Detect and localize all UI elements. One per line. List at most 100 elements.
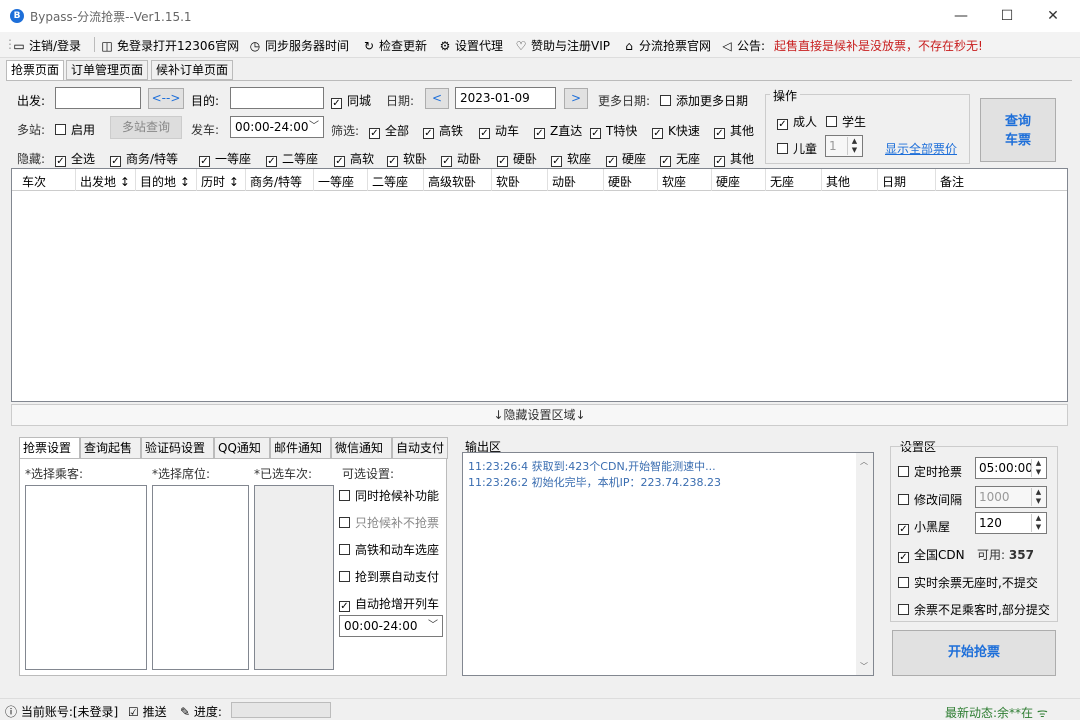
filter-checkbox[interactable]: ✓ T特快: [590, 122, 637, 139]
settings-tab[interactable]: 邮件通知: [270, 437, 331, 459]
column-header[interactable]: 软卧: [496, 173, 520, 190]
hide-checkbox[interactable]: ✓ 硬卧: [497, 150, 537, 167]
show-all-prices-link[interactable]: 显示全部票价: [885, 140, 957, 157]
partial-submit-checkbox[interactable]: 余票不足乘客时,部分提交: [898, 601, 1050, 618]
maximize-button[interactable]: ☐: [984, 0, 1030, 32]
settings-tab[interactable]: 验证码设置: [141, 437, 214, 459]
tab-orders[interactable]: 订单管理页面: [66, 60, 149, 80]
hide-checkbox[interactable]: ✓ 二等座: [266, 150, 318, 167]
query-tickets-button[interactable]: 查询 车票: [980, 98, 1056, 162]
column-header[interactable]: 硬卧: [608, 173, 632, 190]
column-header[interactable]: 备注: [940, 173, 964, 190]
blackroom-checkbox[interactable]: ✓ 小黑屋: [898, 518, 950, 535]
depart-time-select[interactable]: 00:00-24:00 ﹀: [230, 116, 324, 138]
notice-text: 起售直接是候补是没放票，不存在秒无!: [774, 39, 983, 53]
filter-checkbox[interactable]: ✓ Z直达: [534, 122, 582, 139]
login-button[interactable]: ▭ 注销/登录: [12, 37, 81, 54]
swap-button[interactable]: <-->: [148, 88, 184, 109]
student-checkbox[interactable]: 学生: [826, 113, 866, 130]
column-header[interactable]: 硬座: [716, 173, 740, 190]
column-header[interactable]: 高级软卧: [428, 173, 476, 190]
column-header[interactable]: 目的地 ↕: [140, 173, 190, 190]
column-header[interactable]: 其他: [826, 173, 850, 190]
log-line: 11:23:26:4 获取到:423个CDN,开始智能测速中...: [468, 460, 716, 473]
site-button[interactable]: ⌂ 分流抢票官网: [622, 37, 711, 54]
selected-trains-list[interactable]: [254, 485, 334, 670]
settings-tab[interactable]: 自动支付: [392, 437, 448, 459]
to-input[interactable]: [230, 87, 324, 109]
push-toggle[interactable]: ☑ 推送: [128, 703, 167, 720]
settings-tab[interactable]: 查询起售: [80, 437, 141, 459]
column-header[interactable]: 动卧: [552, 173, 576, 190]
column-header[interactable]: 二等座: [372, 173, 408, 190]
column-header[interactable]: 商务/特等: [250, 173, 302, 190]
hide-checkbox[interactable]: ✓ 一等座: [199, 150, 251, 167]
child-checkbox[interactable]: 儿童: [777, 140, 817, 157]
option-checkbox[interactable]: ✓ 自动抢增开列车: [339, 595, 439, 612]
tab-ticket[interactable]: 抢票页面: [6, 60, 65, 81]
hide-checkbox[interactable]: ✓ 硬座: [606, 150, 646, 167]
close-button[interactable]: ✕: [1030, 0, 1076, 32]
seat-list[interactable]: [152, 485, 249, 670]
hide-settings-toggle[interactable]: ↓隐藏设置区域↓: [11, 404, 1068, 426]
from-input[interactable]: [55, 87, 141, 109]
settings-tab[interactable]: QQ通知: [214, 437, 270, 459]
hide-checkbox[interactable]: ✓ 商务/特等: [110, 150, 178, 167]
option-checkbox[interactable]: 同时抢候补功能: [339, 487, 439, 504]
settings-tab[interactable]: 抢票设置: [19, 437, 80, 459]
passenger-list[interactable]: [25, 485, 147, 670]
timed-checkbox[interactable]: 定时抢票: [898, 463, 962, 480]
prev-date-button[interactable]: <: [425, 88, 449, 109]
hide-checkbox[interactable]: ✓ 动卧: [441, 150, 481, 167]
filter-checkbox[interactable]: ✓ 全部: [369, 122, 409, 139]
column-header[interactable]: 软座: [662, 173, 686, 190]
option-checkbox[interactable]: 只抢候补不抢票: [339, 514, 439, 531]
hide-checkbox[interactable]: ✓ 软卧: [387, 150, 427, 167]
sponsor-button[interactable]: ♡ 赞助与注册VIP: [514, 37, 610, 54]
interval-checkbox[interactable]: 修改间隔: [898, 491, 962, 508]
output-log[interactable]: 11:23:26:4 获取到:423个CDN,开始智能测速中... 11:23:…: [462, 452, 874, 676]
column-divider: [547, 169, 548, 191]
next-date-button[interactable]: >: [564, 88, 588, 109]
filter-checkbox[interactable]: ✓ 动车: [479, 122, 519, 139]
multi-station-query-button[interactable]: 多站查询: [110, 116, 182, 139]
option-checkbox[interactable]: 抢到票自动支付: [339, 568, 439, 585]
same-city-checkbox[interactable]: ✓ 同城: [331, 92, 371, 109]
realtime-checkbox[interactable]: 实时余票无座时,不提交: [898, 574, 1038, 591]
filter-checkbox[interactable]: ✓ 高铁: [423, 122, 463, 139]
settings-tab[interactable]: 微信通知: [331, 437, 392, 459]
open-12306-button[interactable]: ◫ 免登录打开12306官网: [100, 37, 239, 54]
hide-checkbox[interactable]: ✓ 其他: [714, 150, 754, 167]
sync-time-button[interactable]: ◷ 同步服务器时间: [248, 37, 349, 54]
start-grab-button[interactable]: 开始抢票: [892, 630, 1056, 676]
timed-stepper[interactable]: 05:00:00 ▲ ▼: [975, 457, 1047, 479]
hide-checkbox[interactable]: ✓ 无座: [660, 150, 700, 167]
child-count-stepper[interactable]: 1 ▲ ▼: [825, 135, 863, 157]
column-header[interactable]: 历时 ↕: [201, 173, 239, 190]
train-grid[interactable]: 车次 出发地 ↕ 目的地 ↕ 历时 ↕ 商务/特等 一等座 二等座 高级软卧 软卧 动卧 硬卧 软座 硬…: [11, 168, 1068, 402]
date-input[interactable]: 2023-01-09: [455, 87, 556, 109]
column-header[interactable]: 一等座: [318, 173, 354, 190]
minimize-button[interactable]: —: [938, 0, 984, 32]
option-checkbox[interactable]: 高铁和动车选座: [339, 541, 439, 558]
scrollbar[interactable]: ︿ ﹀: [856, 453, 873, 675]
column-header[interactable]: 无座: [770, 173, 794, 190]
add-more-dates-checkbox[interactable]: 添加更多日期: [660, 92, 748, 109]
adult-checkbox[interactable]: ✓ 成人: [777, 113, 817, 130]
check-update-button[interactable]: ↻ 检查更新: [362, 37, 427, 54]
proxy-button[interactable]: ⚙ 设置代理: [438, 37, 503, 54]
cdn-checkbox[interactable]: ✓ 全国CDN: [898, 546, 965, 563]
interval-stepper[interactable]: 1000 ▲ ▼: [975, 486, 1047, 508]
column-header[interactable]: 车次: [22, 173, 46, 190]
hide-checkbox[interactable]: ✓ 全选: [55, 150, 95, 167]
filter-checkbox[interactable]: ✓ 其他: [714, 122, 754, 139]
blackroom-stepper[interactable]: 120 ▲ ▼: [975, 512, 1047, 534]
hide-checkbox[interactable]: ✓ 软座: [551, 150, 591, 167]
multi-station-enable-checkbox[interactable]: 启用: [55, 121, 95, 138]
column-header[interactable]: 日期: [882, 173, 906, 190]
tab-waitlist[interactable]: 候补订单页面: [151, 60, 234, 80]
filter-checkbox[interactable]: ✓ K快速: [652, 122, 700, 139]
column-header[interactable]: 出发地 ↕: [80, 173, 130, 190]
hide-checkbox[interactable]: ✓ 高软: [334, 150, 374, 167]
increase-train-time-select[interactable]: 00:00-24:00 ﹀: [339, 615, 443, 637]
